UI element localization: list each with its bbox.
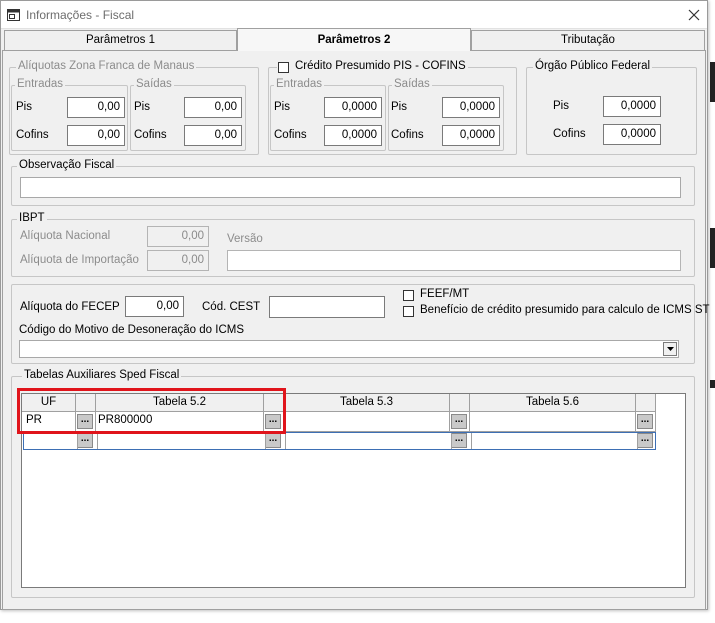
zf-saidas-pis-label: Pis <box>134 101 150 113</box>
zf-entradas-title: Entradas <box>15 78 66 90</box>
observacao-title: Observação Fiscal <box>17 159 117 171</box>
desoneracao-label: Código do Motivo de Desoneração do ICMS <box>19 324 245 336</box>
column-header-uf: UF <box>22 394 76 412</box>
zf-saidas-pis-field[interactable]: 0,00 <box>184 97 242 118</box>
cp-saidas-pis-field[interactable]: 0,0000 <box>442 97 500 118</box>
aliquota-importacao-label: Alíquota de Importação <box>20 254 139 266</box>
zona-franca-title: Alíquotas Zona Franca de Manaus <box>16 60 197 72</box>
beneficio-checkbox[interactable] <box>403 306 414 317</box>
background-mark <box>710 228 715 268</box>
uf-lookup-cell: ... <box>76 412 96 432</box>
orgao-publico-title: Órgão Público Federal <box>533 60 653 72</box>
credito-presumido-checkbox[interactable] <box>278 62 289 73</box>
background-mark <box>710 62 715 102</box>
ibpt-title: IBPT <box>17 212 47 224</box>
tabela-5-6-lookup-button[interactable]: ... <box>637 414 653 429</box>
close-icon[interactable] <box>684 5 704 25</box>
zf-saidas-cofins-label: Cofins <box>134 129 167 141</box>
background-mark <box>710 380 715 388</box>
zf-saidas-cofins-field[interactable]: 0,00 <box>184 125 242 146</box>
table-row[interactable]: ... ... ... ... <box>23 432 656 450</box>
tab-parametros-2[interactable]: Parâmetros 2 <box>237 28 471 51</box>
cp-entradas-pis-label: Pis <box>274 101 290 113</box>
zf-entradas-cofins-label: Cofins <box>16 129 49 141</box>
orgao-cofins-label: Cofins <box>553 128 586 140</box>
zf-entradas-pis-label: Pis <box>16 101 32 113</box>
zf-saidas-title: Saídas <box>134 78 174 90</box>
cest-label: Cód. CEST <box>202 301 261 313</box>
orgao-cofins-field[interactable]: 0,0000 <box>603 124 661 145</box>
uf-lookup-button[interactable]: ... <box>77 433 93 448</box>
tabela-5-3-lookup-button[interactable]: ... <box>451 414 467 429</box>
tabela-5-2-cell[interactable]: PR800000 <box>96 412 264 432</box>
window-form-icon <box>7 9 20 21</box>
aliquota-nacional-field[interactable]: 0,00 <box>147 226 209 247</box>
orgao-pis-field[interactable]: 0,0000 <box>603 96 661 117</box>
feef-checkbox[interactable] <box>403 290 414 301</box>
column-header-tabela-5-3: Tabela 5.3 <box>284 394 450 412</box>
tabela-5-6-lookup-button[interactable]: ... <box>637 433 653 448</box>
zf-entradas-cofins-field[interactable]: 0,00 <box>67 125 125 146</box>
cp-saidas-title: Saídas <box>392 78 432 90</box>
cp-entradas-cofins-label: Cofins <box>274 129 307 141</box>
cp-entradas-cofins-field[interactable]: 0,0000 <box>324 125 382 146</box>
column-header-btn <box>636 394 656 412</box>
beneficio-label: Benefício de crédito presumido para calc… <box>420 304 710 316</box>
tabela-5-6-lookup-cell: ... <box>636 412 656 432</box>
credito-presumido-title: Crédito Presumido PIS - COFINS <box>277 60 468 72</box>
column-header-btn <box>450 394 470 412</box>
versao-field[interactable] <box>227 250 681 271</box>
cp-entradas-title: Entradas <box>274 78 325 90</box>
uf-cell[interactable]: PR <box>22 412 76 432</box>
tabela-5-2-lookup-button[interactable]: ... <box>265 433 281 448</box>
uf-lookup-button[interactable]: ... <box>77 414 93 429</box>
tab-parametros-1[interactable]: Parâmetros 1 <box>4 30 237 50</box>
aliquota-nacional-label: Alíquota Nacional <box>20 230 111 242</box>
column-header-tabela-5-2: Tabela 5.2 <box>96 394 264 412</box>
window-title: Informações - Fiscal <box>26 8 135 22</box>
tabela-5-2-lookup-cell: ... <box>264 412 284 432</box>
tabela-5-2-lookup-button[interactable]: ... <box>265 414 281 429</box>
feef-label: FEEF/MT <box>420 288 470 300</box>
cp-saidas-pis-label: Pis <box>391 101 407 113</box>
tabela-5-3-cell[interactable] <box>284 412 450 432</box>
cest-field[interactable] <box>269 296 385 318</box>
sped-title: Tabelas Auxiliares Sped Fiscal <box>22 369 182 381</box>
column-header-btn <box>264 394 284 412</box>
aliquota-importacao-field[interactable]: 0,00 <box>147 250 209 271</box>
fecep-label: Alíquota do FECEP <box>20 301 120 313</box>
cp-entradas-pis-field[interactable]: 0,0000 <box>324 97 382 118</box>
title-bar: Informações - Fiscal <box>1 1 707 29</box>
sped-table: UF Tabela 5.2 Tabela 5.3 Tabela 5.6 PR .… <box>21 393 686 588</box>
versao-label: Versão <box>227 233 263 245</box>
tab-tributacao[interactable]: Tributação <box>471 30 705 50</box>
cp-saidas-cofins-field[interactable]: 0,0000 <box>442 125 500 146</box>
cp-saidas-cofins-label: Cofins <box>391 129 424 141</box>
orgao-pis-label: Pis <box>553 100 569 112</box>
tabela-5-3-lookup-cell: ... <box>450 412 470 432</box>
desoneracao-select[interactable] <box>19 340 679 358</box>
column-header-btn <box>76 394 96 412</box>
tabela-5-3-lookup-button[interactable]: ... <box>451 433 467 448</box>
zf-entradas-pis-field[interactable]: 0,00 <box>67 97 125 118</box>
column-header-tabela-5-6: Tabela 5.6 <box>470 394 636 412</box>
observacao-field[interactable] <box>20 177 681 198</box>
fiscal-dialog: Informações - Fiscal Parâmetros 1 Parâme… <box>0 0 710 610</box>
fecep-field[interactable]: 0,00 <box>125 296 184 317</box>
tabela-5-6-cell[interactable] <box>470 412 636 432</box>
chevron-down-icon[interactable] <box>663 342 677 356</box>
